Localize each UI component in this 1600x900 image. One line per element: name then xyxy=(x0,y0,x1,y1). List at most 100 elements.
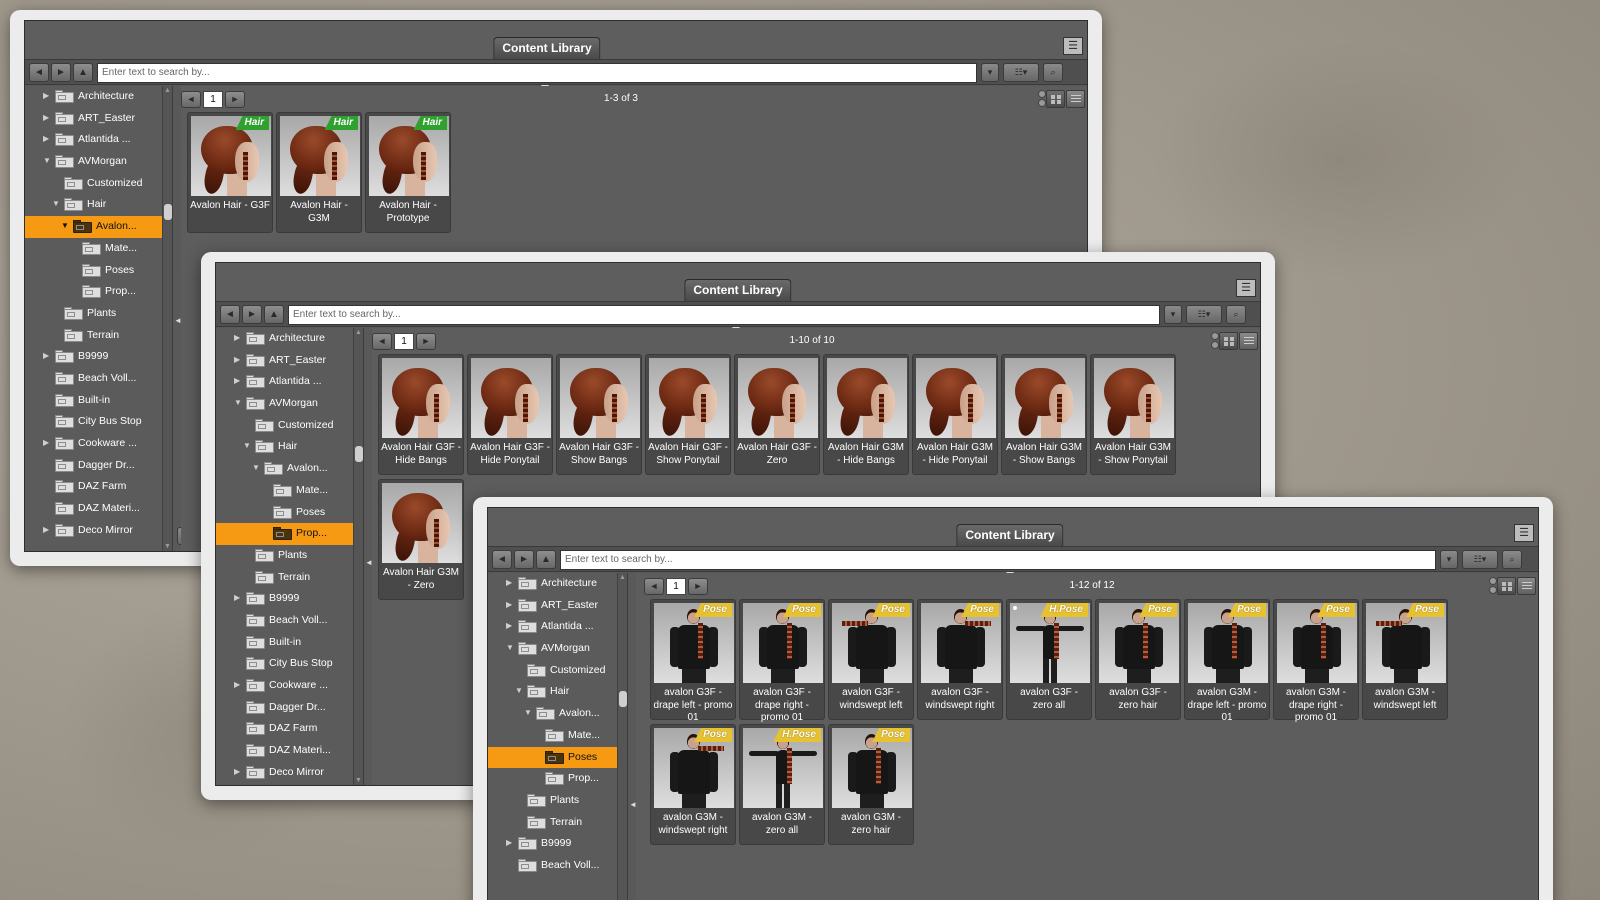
pane-menu-button[interactable]: ☰ xyxy=(1514,524,1534,542)
database-filter-dropdown[interactable]: ☷▾ xyxy=(1186,305,1222,324)
tree-item-architecture[interactable]: ▶ Architecture xyxy=(216,328,363,350)
tree-item-avmorgan[interactable]: ▼ AVMorgan xyxy=(488,638,627,660)
asset-tile[interactable]: Avalon Hair G3M - Show Bangs xyxy=(1001,354,1087,475)
expanded-arrow-icon[interactable]: ▼ xyxy=(61,221,71,230)
tree-item-beach-voll[interactable]: Beach Voll... xyxy=(488,855,627,877)
tree-item-daz-materi[interactable]: DAZ Materi... xyxy=(25,498,172,520)
tree-item-beach-voll[interactable]: Beach Voll... xyxy=(216,610,363,632)
forward-button[interactable]: ► xyxy=(514,550,534,569)
tree-item-customized[interactable]: Customized xyxy=(25,173,172,195)
search-input[interactable]: Enter text to search by... xyxy=(97,63,977,83)
tree-item-built-in[interactable]: Built-in xyxy=(25,390,172,412)
tree-item-city-bus-stop[interactable]: City Bus Stop xyxy=(25,411,172,433)
collapsed-arrow-icon[interactable]: ▶ xyxy=(234,593,244,602)
tree-item-customized[interactable]: Customized xyxy=(216,415,363,437)
forward-button[interactable]: ► xyxy=(242,305,262,324)
tree-item-architecture[interactable]: ▶ Architecture xyxy=(25,86,172,108)
asset-tile[interactable]: Pose avalon G3M - windswept left xyxy=(1362,599,1448,720)
collapsed-arrow-icon[interactable]: ▶ xyxy=(234,333,244,342)
search-options-dropdown[interactable]: ▾ xyxy=(981,63,999,82)
asset-tile[interactable]: Hair Avalon Hair - G3F xyxy=(187,112,273,233)
asset-tile[interactable]: Avalon Hair G3M - Show Ponytail xyxy=(1090,354,1176,475)
icon-view-button[interactable] xyxy=(1046,90,1065,108)
back-button[interactable]: ◄ xyxy=(492,550,512,569)
tree-item-plants[interactable]: Plants xyxy=(488,790,627,812)
back-button[interactable]: ◄ xyxy=(220,305,240,324)
prev-page-button[interactable]: ◄ xyxy=(181,91,201,108)
tree-item-prop[interactable]: Prop... xyxy=(216,523,363,545)
collapsed-arrow-icon[interactable]: ▶ xyxy=(234,376,244,385)
tree-item-deco-mirror[interactable]: ▶ Deco Mirror xyxy=(25,520,172,542)
tree-item-beach-voll[interactable]: Beach Voll... xyxy=(25,368,172,390)
tree-item-cookware[interactable]: ▶ Cookware ... xyxy=(25,433,172,455)
page-number-field[interactable]: 1 xyxy=(666,578,686,595)
tree-item-avmorgan[interactable]: ▼ AVMorgan xyxy=(25,151,172,173)
list-view-button[interactable] xyxy=(1517,577,1536,595)
search-button[interactable]: ⌕ xyxy=(1226,305,1246,324)
tree-item-deco-mirror[interactable]: ▶ Deco Mirror xyxy=(216,762,363,784)
asset-tile[interactable]: Pose avalon G3F - drape right - promo 01 xyxy=(739,599,825,723)
back-button[interactable]: ◄ xyxy=(29,63,49,82)
database-filter-dropdown[interactable]: ☷▾ xyxy=(1462,550,1498,569)
tree-item-avalon[interactable]: ▼ Avalon... xyxy=(216,458,363,480)
collapsed-arrow-icon[interactable]: ▶ xyxy=(43,113,53,122)
list-view-button[interactable] xyxy=(1239,332,1258,350)
icon-view-button[interactable] xyxy=(1497,577,1516,595)
tree-item-daz-farm[interactable]: DAZ Farm xyxy=(216,718,363,740)
tree-item-atlantida[interactable]: ▶ Atlantida ... xyxy=(488,616,627,638)
expanded-arrow-icon[interactable]: ▼ xyxy=(524,708,534,717)
tree-item-poses[interactable]: Poses xyxy=(25,260,172,282)
tree-item-art-easter[interactable]: ▶ ART_Easter xyxy=(488,595,627,617)
tree-item-mate[interactable]: Mate... xyxy=(25,238,172,260)
tree-scroll-thumb[interactable] xyxy=(355,446,363,462)
tree-item-avalon[interactable]: ▼ Avalon... xyxy=(488,703,627,725)
tree-item-art-easter[interactable]: ▶ ART_Easter xyxy=(25,108,172,130)
tree-scroll-thumb[interactable] xyxy=(619,691,627,707)
search-options-dropdown[interactable]: ▾ xyxy=(1164,305,1182,324)
search-button[interactable]: ⌕ xyxy=(1502,550,1522,569)
asset-tile[interactable]: Hair Avalon Hair - G3M xyxy=(276,112,362,233)
asset-tile[interactable]: H.Pose avalon G3F - zero all xyxy=(1006,599,1092,720)
asset-tile[interactable]: Avalon Hair G3M - Hide Ponytail xyxy=(912,354,998,475)
collapsed-arrow-icon[interactable]: ▶ xyxy=(43,351,53,360)
asset-tile[interactable]: Pose avalon G3M - windswept right xyxy=(650,724,736,845)
asset-tile[interactable]: Avalon Hair G3F - Hide Bangs xyxy=(378,354,464,475)
asset-tile[interactable]: Avalon Hair G3F - Show Bangs xyxy=(556,354,642,475)
asset-tile[interactable]: Pose avalon G3F - drape left - promo 01 xyxy=(650,599,736,723)
tree-item-customized[interactable]: Customized xyxy=(488,660,627,682)
collapsed-arrow-icon[interactable]: ▶ xyxy=(43,438,53,447)
tree-item-b9999[interactable]: ▶ B9999 xyxy=(25,346,172,368)
collapsed-arrow-icon[interactable]: ▶ xyxy=(43,525,53,534)
asset-tile[interactable]: Pose avalon G3M - zero hair xyxy=(828,724,914,845)
tree-item-terrain[interactable]: Terrain xyxy=(25,325,172,347)
up-button[interactable]: ▲ xyxy=(536,550,556,569)
tree-item-b9999[interactable]: ▶ B9999 xyxy=(216,588,363,610)
tree-item-plants[interactable]: Plants xyxy=(25,303,172,325)
collapsed-arrow-icon[interactable]: ▶ xyxy=(506,621,516,630)
list-view-button[interactable] xyxy=(1066,90,1085,108)
tab-content-library[interactable]: Content Library xyxy=(956,524,1064,546)
tree-item-cookware[interactable]: ▶ Cookware ... xyxy=(216,675,363,697)
tree-item-hair[interactable]: ▼ Hair xyxy=(25,194,172,216)
tree-item-daz-farm[interactable]: DAZ Farm xyxy=(25,476,172,498)
asset-tile[interactable]: Avalon Hair G3F - Show Ponytail xyxy=(645,354,731,475)
tree-scrollbar[interactable]: ▲ xyxy=(617,573,627,900)
pane-menu-button[interactable]: ☰ xyxy=(1063,37,1083,55)
tree-item-dagger-dr[interactable]: Dagger Dr... xyxy=(216,697,363,719)
tree-scroll-thumb[interactable] xyxy=(164,204,172,220)
tree-item-daz-materi[interactable]: DAZ Materi... xyxy=(216,740,363,762)
expanded-arrow-icon[interactable]: ▼ xyxy=(515,686,525,695)
tree-item-prop[interactable]: Prop... xyxy=(25,281,172,303)
asset-tile[interactable]: Avalon Hair G3F - Zero xyxy=(734,354,820,475)
next-page-button[interactable]: ► xyxy=(225,91,245,108)
tree-item-terrain[interactable]: Terrain xyxy=(216,567,363,589)
expanded-arrow-icon[interactable]: ▼ xyxy=(252,463,262,472)
tab-content-library[interactable]: Content Library xyxy=(493,37,601,59)
tree-item-architecture[interactable]: ▶ Architecture xyxy=(488,573,627,595)
expanded-arrow-icon[interactable]: ▼ xyxy=(243,441,253,450)
expanded-arrow-icon[interactable]: ▼ xyxy=(234,398,244,407)
asset-tile[interactable]: Pose avalon G3F - windswept left xyxy=(828,599,914,720)
collapsed-arrow-icon[interactable]: ▶ xyxy=(506,578,516,587)
tree-item-hair[interactable]: ▼ Hair xyxy=(216,436,363,458)
next-page-button[interactable]: ► xyxy=(688,578,708,595)
